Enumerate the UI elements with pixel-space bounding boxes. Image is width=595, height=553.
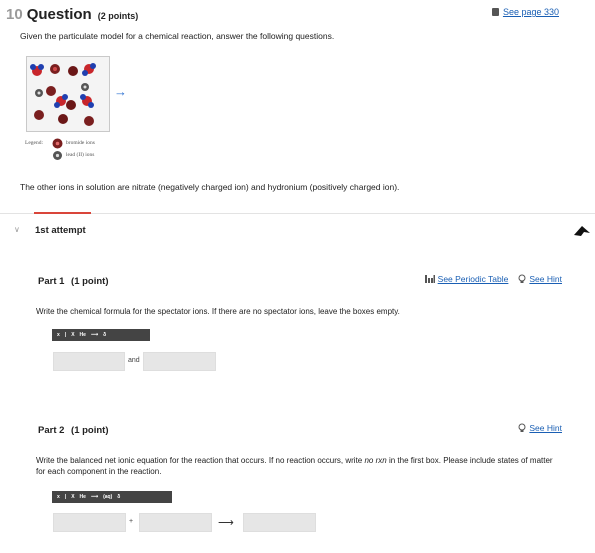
arrow-button[interactable]: ⟶ <box>91 332 98 338</box>
see-page-link[interactable]: See page 330 <box>491 7 559 17</box>
superscript-button[interactable]: X <box>71 494 74 500</box>
periodic-table-label[interactable]: See Periodic Table <box>438 274 509 284</box>
cursor-arrow-icon <box>574 226 590 236</box>
arrow-button[interactable]: ⟶ <box>91 494 98 500</box>
attempt-title[interactable]: 1st attempt <box>35 225 86 236</box>
aqueous-button[interactable]: (aq) <box>103 494 112 500</box>
attempt-tab-indicator <box>34 212 91 214</box>
part1-hint-label[interactable]: See Hint <box>529 274 562 284</box>
product-input[interactable] <box>243 513 316 532</box>
spectator-ion-input-2[interactable] <box>143 352 216 371</box>
delta-button[interactable]: δ <box>117 494 120 500</box>
reactant-input-2[interactable] <box>139 513 212 532</box>
element-button[interactable]: He <box>80 494 86 500</box>
book-icon <box>491 8 499 16</box>
question-points: (2 points) <box>97 11 139 21</box>
part1-links: See Periodic Table See Hint <box>424 274 562 284</box>
question-header: 10 Question (2 points) <box>6 6 138 23</box>
other-ions-text: The other ions in solution are nitrate (… <box>20 182 400 192</box>
question-prompt: Given the particulate model for a chemic… <box>20 31 335 41</box>
chevron-down-icon[interactable]: ∨ <box>14 225 20 234</box>
particle-diagram <box>30 63 96 126</box>
part2-instructions-pre: Write the balanced net ionic equation fo… <box>36 456 365 465</box>
part1-instructions: Write the chemical formula for the spect… <box>36 307 400 316</box>
legend-label-bromide: bromide ions <box>66 140 95 146</box>
yields-arrow-icon: ⟶ <box>218 517 234 529</box>
part2-instructions: Write the balanced net ionic equation fo… <box>36 455 556 477</box>
plus-sign: + <box>129 518 134 525</box>
legend-label-lead: lead (II) ions <box>66 152 95 158</box>
spectator-ion-input-1[interactable] <box>53 352 125 371</box>
question-number: 10 <box>6 6 23 23</box>
part2-format-toolbar: x | X He ⟶ (aq) δ <box>52 491 172 503</box>
reactant-input-1[interactable] <box>53 513 126 532</box>
lead-ion-icon <box>53 150 62 160</box>
periodic-table-icon <box>424 275 435 283</box>
part2-instructions-em: no rxn <box>364 456 387 465</box>
bromide-ion-icon <box>52 138 63 148</box>
question-label: Question <box>26 6 92 23</box>
part2-links: See Hint <box>518 423 562 433</box>
delta-button[interactable]: δ <box>103 332 106 338</box>
toolbar-separator: | <box>64 494 67 500</box>
part1-points: (1 point) <box>71 276 109 287</box>
part1-hint-link[interactable]: See Hint <box>518 274 562 284</box>
part1-label: Part 1 <box>38 276 65 287</box>
legend: Legend: bromide ions lead (II) ions <box>25 137 95 161</box>
particulate-model-image <box>26 56 110 132</box>
legend-row-lead: lead (II) ions <box>25 149 95 161</box>
subscript-button[interactable]: x <box>57 332 60 338</box>
and-label: and <box>128 357 140 364</box>
legend-title: Legend: <box>25 140 44 146</box>
subscript-button[interactable]: x <box>57 494 60 500</box>
part2-points: (1 point) <box>71 425 109 436</box>
lightbulb-icon <box>518 423 526 432</box>
toolbar-separator: | <box>64 332 67 338</box>
reaction-arrow-icon: → <box>114 84 127 99</box>
part2-hint-link[interactable]: See Hint <box>518 423 562 433</box>
periodic-table-link[interactable]: See Periodic Table <box>424 274 509 284</box>
superscript-button[interactable]: X <box>71 332 74 338</box>
part1-title: Part 1 (1 point) <box>38 276 109 287</box>
lightbulb-icon <box>518 274 526 283</box>
legend-row-bromide: Legend: bromide ions <box>25 137 95 149</box>
part1-format-toolbar: x | X He ⟶ δ <box>52 329 150 341</box>
part2-hint-label[interactable]: See Hint <box>529 423 562 433</box>
part2-label: Part 2 <box>38 425 65 436</box>
particle-cluster <box>30 63 96 126</box>
part2-title: Part 2 (1 point) <box>38 425 109 436</box>
see-page-label[interactable]: See page 330 <box>503 7 559 17</box>
element-button[interactable]: He <box>80 332 86 338</box>
